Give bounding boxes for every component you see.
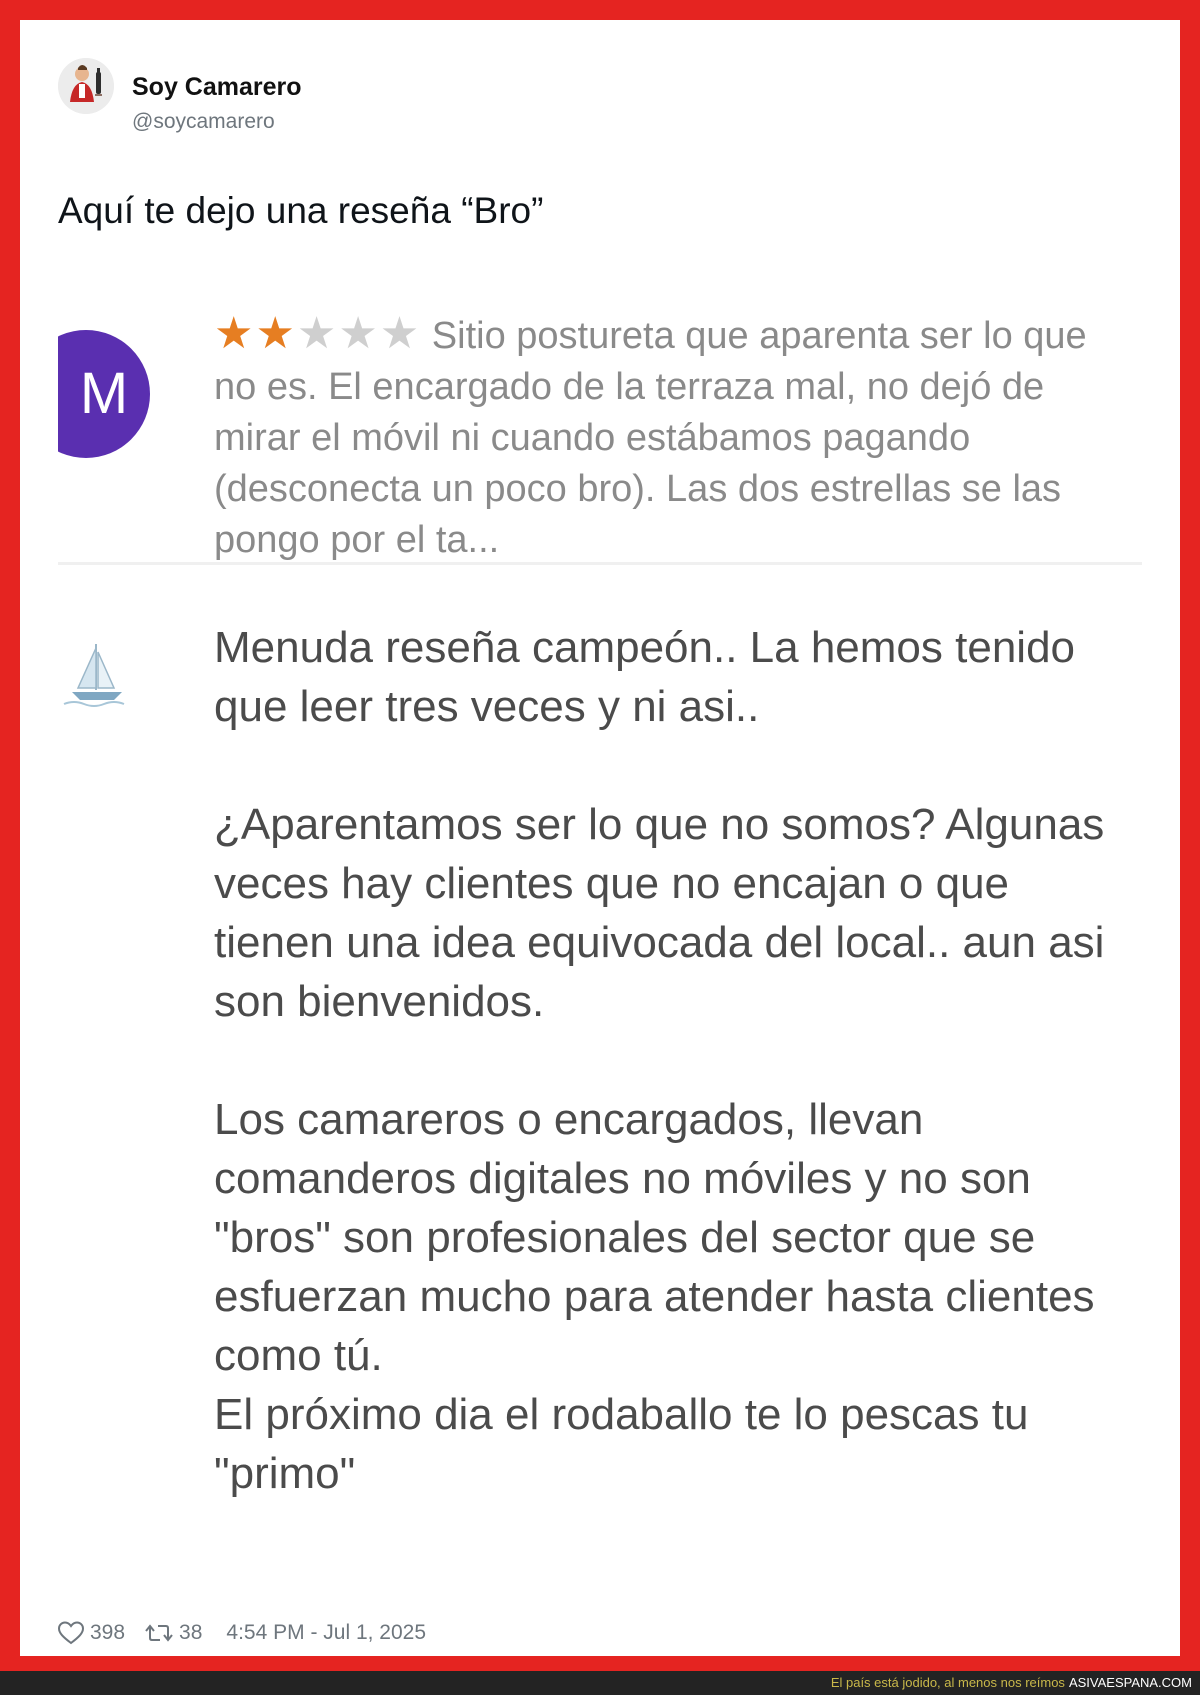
site-footer-bar: El país está jodido, al menos nos reímos…: [0, 1671, 1200, 1695]
divider: [58, 562, 1142, 565]
like-count: 398: [90, 1621, 126, 1644]
star-empty-icon: ★★★: [296, 309, 422, 358]
rating-stars: ★★★★★: [214, 309, 421, 358]
attached-screenshot[interactable]: M ★★★★★ Sitio postureta que aparenta ser…: [58, 288, 1142, 1558]
screenshot-clip: M ★★★★★ Sitio postureta que aparenta ser…: [58, 288, 1142, 1558]
tweet-timestamp[interactable]: 4:54 PM - Jul 1, 2025: [226, 1621, 426, 1645]
reply-paragraph: Los camareros o encargados, llevan coman…: [214, 1095, 1095, 1498]
like-button[interactable]: 398: [58, 1621, 125, 1645]
retweet-count: 38: [179, 1621, 203, 1644]
reply-paragraph: ¿Aparentamos ser lo que no somos? Alguna…: [214, 800, 1105, 1026]
star-filled-icon: ★★: [214, 309, 297, 358]
user-handle[interactable]: @soycamarero: [132, 110, 275, 134]
footer-brand[interactable]: ASIVAESPANA.COM: [1069, 1675, 1192, 1690]
owner-reply: Menuda reseña campeón.. La hemos tenido …: [214, 618, 1114, 1503]
reviewer-avatar-letter: M: [79, 361, 129, 426]
waiter-avatar-icon: [58, 58, 114, 114]
profile-avatar[interactable]: [58, 58, 114, 114]
review-text-block: ★★★★★ Sitio postureta que aparenta ser l…: [214, 308, 1114, 566]
reply-paragraph: Menuda reseña campeón.. La hemos tenido …: [214, 623, 1076, 731]
retweet-button[interactable]: 38: [145, 1621, 202, 1645]
tweet-actions: 398 38 4:54 PM - Jul 1, 2025: [58, 1617, 426, 1649]
heart-icon: [58, 1621, 84, 1645]
footer-tagline: El país está jodido, al menos nos reímos: [830, 1675, 1065, 1690]
display-name[interactable]: Soy Camarero: [132, 73, 302, 102]
sailboat-icon: [63, 644, 125, 707]
tweet-text: Aquí te dejo una reseña “Bro”: [58, 190, 544, 231]
tweet-card: Soy Camarero @soycamarero Aquí te dejo u…: [20, 20, 1180, 1656]
reviewer-avatar: M: [58, 330, 150, 458]
retweet-icon: [145, 1624, 173, 1642]
